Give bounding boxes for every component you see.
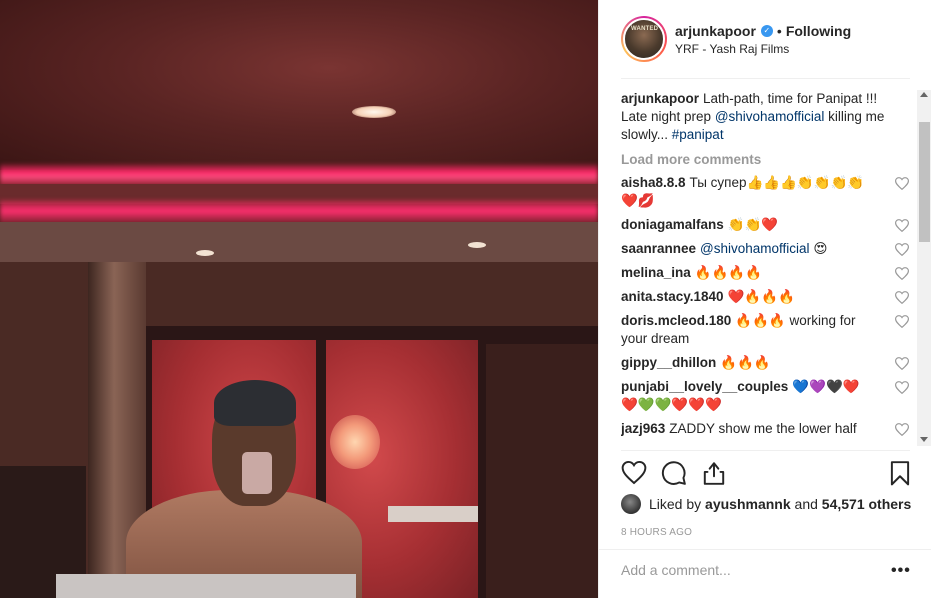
- photo-neon-strip-lower: [0, 200, 598, 224]
- comment-item: saanrannee @shivohamofficial 😍: [621, 240, 909, 258]
- comment-text: 😍: [809, 241, 828, 256]
- post-side-panel: WANTED arjunkapoor ✓ • Following YRF - Y…: [598, 0, 931, 598]
- heart-icon[interactable]: [895, 291, 909, 304]
- photo-ceiling-light: [352, 106, 396, 118]
- photo-lower-ceiling: [0, 222, 598, 264]
- header-text: arjunkapoor ✓ • Following YRF - Yash Raj…: [675, 23, 851, 56]
- photo-door: [486, 344, 598, 598]
- heart-icon[interactable]: [895, 267, 909, 280]
- scroll-down-arrow[interactable]: [920, 437, 928, 442]
- comment-item: punjabi__lovely__couples 💙💜🖤❤️❤️💚💚❤️❤️❤️: [621, 378, 909, 414]
- caption-username[interactable]: arjunkapoor: [621, 91, 699, 106]
- heart-icon[interactable]: [895, 381, 909, 394]
- comment-username[interactable]: punjabi__lovely__couples: [621, 379, 788, 394]
- post-caption: arjunkapoor Lath-path, time for Panipat !…: [621, 90, 909, 144]
- liker-avatar[interactable]: [621, 494, 641, 514]
- photo-phone: [242, 452, 272, 494]
- comment-username[interactable]: saanrannee: [621, 241, 696, 256]
- photo-person-cap: [214, 380, 296, 426]
- comment-username[interactable]: melina_ina: [621, 265, 691, 280]
- comment-mention[interactable]: @shivohamofficial: [700, 241, 810, 256]
- heart-icon[interactable]: [895, 423, 909, 436]
- heart-icon[interactable]: [895, 357, 909, 370]
- comment-item: jazj963 ZADDY show me the lower half: [621, 420, 909, 438]
- comments-scrollbar[interactable]: [917, 90, 931, 446]
- post-actions: [621, 460, 913, 490]
- comment-text: 🔥🔥🔥🔥: [694, 265, 763, 280]
- photo-spotlight: [468, 242, 486, 248]
- photo-treadmill: [56, 574, 356, 598]
- divider: [621, 78, 910, 79]
- divider: [599, 549, 931, 550]
- photo-spotlight: [196, 250, 214, 256]
- comment-text: ❤️🔥🔥🔥: [727, 289, 795, 304]
- caption-hashtag[interactable]: #panipat: [672, 127, 724, 142]
- header-username[interactable]: arjunkapoor: [675, 23, 756, 39]
- location-link[interactable]: YRF - Yash Raj Films: [675, 42, 851, 56]
- comment-icon[interactable]: [661, 460, 687, 486]
- heart-icon[interactable]: [621, 460, 647, 486]
- avatar-story-ring[interactable]: WANTED: [621, 16, 667, 62]
- photo-switch-panel: [388, 506, 478, 522]
- comment-text: ZADDY show me the lower half: [669, 421, 857, 436]
- comment-item: melina_ina 🔥🔥🔥🔥: [621, 264, 909, 282]
- more-options-icon[interactable]: •••: [891, 562, 911, 580]
- separator-dot: •: [776, 22, 782, 39]
- comment-username[interactable]: jazj963: [621, 421, 665, 436]
- likes-count[interactable]: 54,571 others: [822, 496, 912, 512]
- heart-icon[interactable]: [895, 315, 909, 328]
- avatar[interactable]: WANTED: [623, 18, 665, 60]
- comment-item: aisha8.8.8 Ты супер👍👍👍👏👏👏👏❤️💋: [621, 174, 909, 210]
- share-icon[interactable]: [701, 460, 727, 486]
- heart-icon[interactable]: [895, 219, 909, 232]
- likes-prefix: Liked by: [649, 496, 702, 512]
- likes-summary: Liked by ayushmannk and 54,571 others: [621, 494, 913, 514]
- header-top-row: arjunkapoor ✓ • Following: [675, 23, 851, 39]
- caption-mention[interactable]: @shivohamofficial: [715, 109, 825, 124]
- post-timestamp[interactable]: 8 HOURS AGO: [621, 527, 692, 538]
- verified-icon: ✓: [760, 24, 773, 37]
- add-comment-input[interactable]: Add a comment...: [621, 562, 871, 578]
- likes-middle: and: [794, 496, 818, 512]
- comment-username[interactable]: gippy__dhillon: [621, 355, 716, 370]
- following-button[interactable]: Following: [786, 23, 851, 39]
- comment-text: 👏👏❤️: [727, 217, 779, 232]
- comment-username[interactable]: doris.mcleod.180: [621, 313, 731, 328]
- heart-icon[interactable]: [895, 243, 909, 256]
- divider: [621, 450, 910, 451]
- photo-neon-strip: [0, 164, 598, 186]
- scroll-up-arrow[interactable]: [920, 92, 928, 97]
- load-more-comments-button[interactable]: Load more comments: [621, 151, 909, 169]
- comment-username[interactable]: doniagamalfans: [621, 217, 724, 232]
- post-header: WANTED arjunkapoor ✓ • Following YRF - Y…: [599, 0, 931, 78]
- comment-item: anita.stacy.1840 ❤️🔥🔥🔥: [621, 288, 909, 306]
- post-photo[interactable]: [0, 0, 598, 598]
- bookmark-icon[interactable]: [887, 460, 913, 486]
- comments-list: arjunkapoor Lath-path, time for Panipat !…: [621, 90, 909, 446]
- avatar-poster-text: WANTED: [631, 26, 659, 32]
- photo-ceiling: [0, 0, 598, 170]
- comment-item: doniagamalfans 👏👏❤️: [621, 216, 909, 234]
- comment-username[interactable]: anita.stacy.1840: [621, 289, 724, 304]
- heart-icon[interactable]: [895, 177, 909, 190]
- comment-item: doris.mcleod.180 🔥🔥🔥 working for your dre…: [621, 312, 909, 348]
- comment-text: 🔥🔥🔥: [720, 355, 771, 370]
- photo-lamp-glow: [330, 415, 380, 469]
- comment-username[interactable]: aisha8.8.8: [621, 175, 686, 190]
- liker-username[interactable]: ayushmannk: [705, 496, 791, 512]
- scrollbar-thumb[interactable]: [919, 122, 930, 242]
- comment-item: gippy__dhillon 🔥🔥🔥: [621, 354, 909, 372]
